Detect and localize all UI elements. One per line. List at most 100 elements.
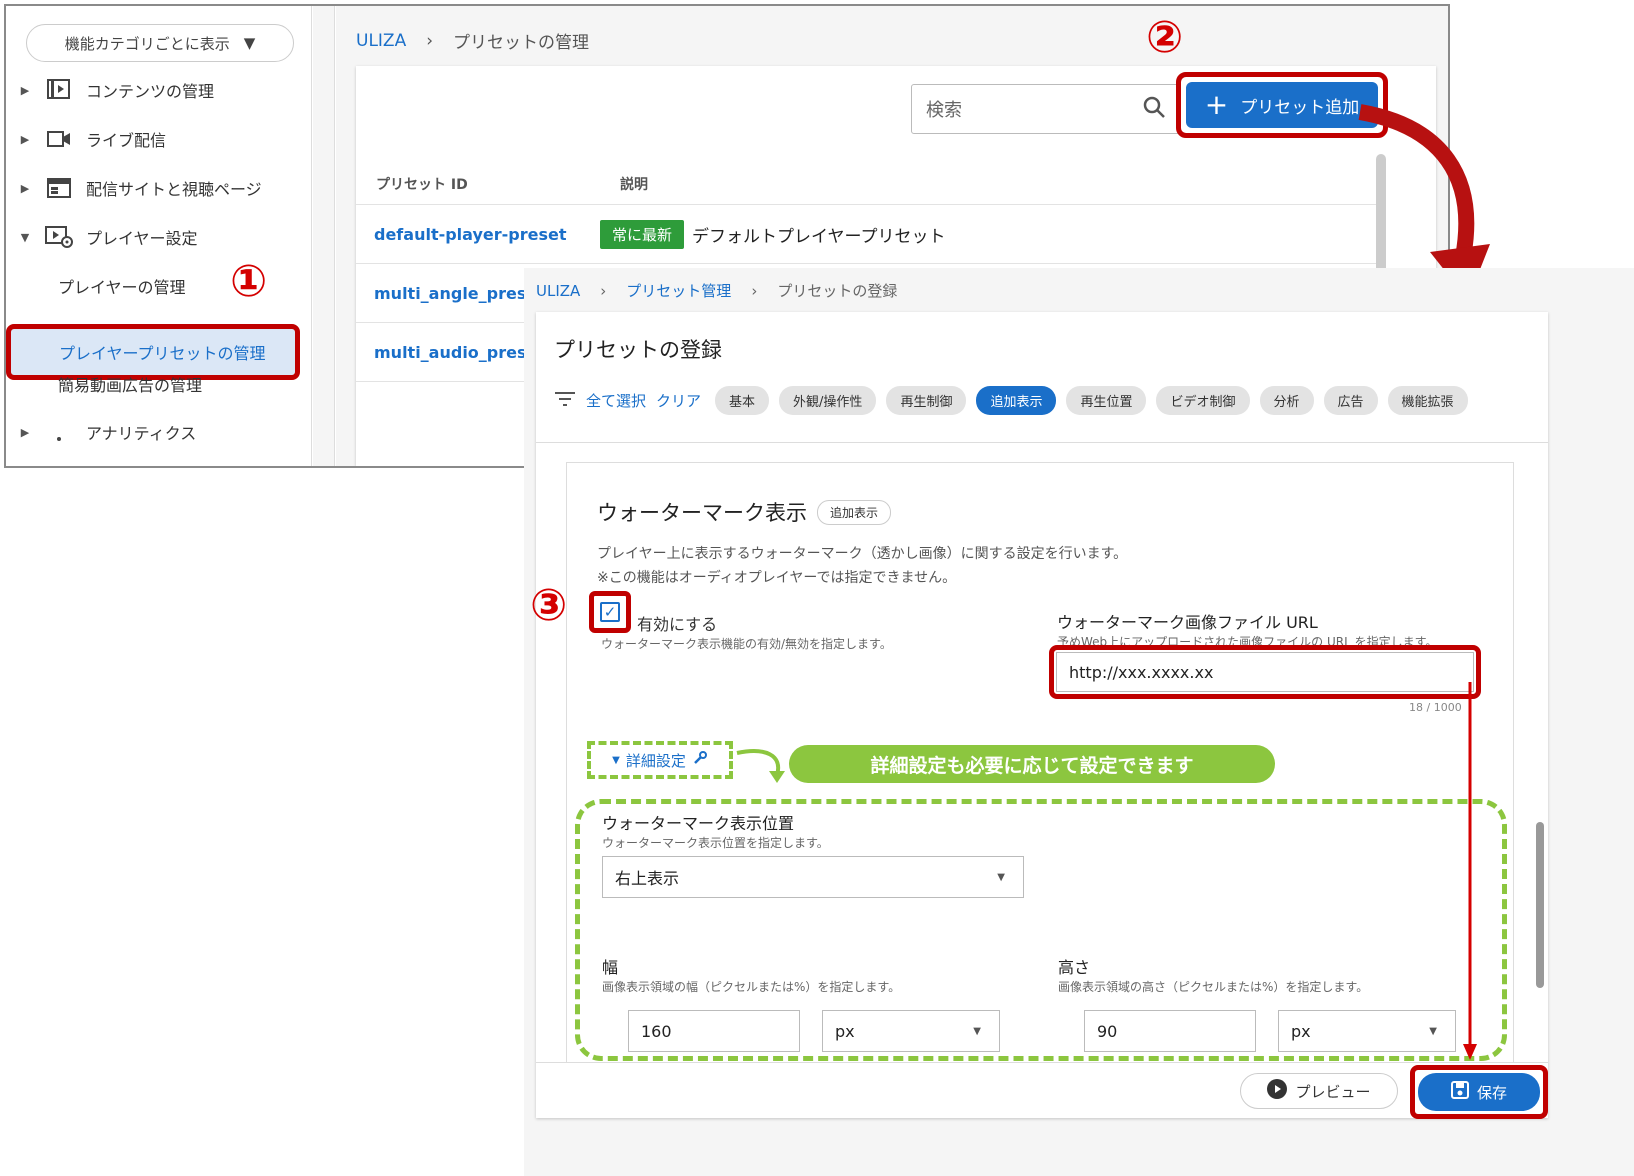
height-unit-value: px	[1291, 1021, 1311, 1041]
page-title: プリセットの登録	[554, 338, 722, 362]
caret-right-icon: ▶	[20, 181, 30, 195]
sidebar-item-label: プレイヤー設定	[86, 229, 198, 248]
chip-analytics[interactable]: 分析	[1259, 386, 1314, 415]
position-hint: ウォーターマーク表示位置を指定します。	[602, 836, 829, 850]
chip-additional-display[interactable]: 追加表示	[976, 386, 1057, 415]
clear-link[interactable]: クリア	[656, 390, 701, 411]
chip-playback-control[interactable]: 再生制御	[886, 386, 967, 415]
chip-ads[interactable]: 広告	[1323, 386, 1378, 415]
sidebar-item-label: ライブ配信	[86, 131, 167, 150]
sidebar-item-label: 配信サイトと視聴ページ	[86, 180, 262, 199]
column-header-preset-id: プリセット ID	[376, 177, 468, 193]
enable-label: 有効にする	[637, 615, 718, 634]
watermark-url-field[interactable]: http://xxx.xxxx.xx	[1049, 645, 1481, 699]
chip-video-control[interactable]: ビデオ制御	[1156, 386, 1250, 415]
category-select[interactable]: 機能カテゴリごとに表示 ▼	[26, 24, 294, 62]
status-badge: 常に最新	[600, 219, 685, 249]
breadcrumb-root[interactable]: ULIZA	[536, 282, 580, 300]
caret-down-icon: ▼	[1429, 1025, 1437, 1037]
detail-settings-toggle[interactable]: ▼ 詳細設定	[587, 741, 733, 779]
breadcrumb-current: プリセットの登録	[777, 282, 898, 300]
breadcrumb: ULIZA › プリセットの管理	[356, 28, 589, 54]
width-input[interactable]: 160	[628, 1010, 800, 1052]
height-unit-select[interactable]: px ▼	[1278, 1010, 1456, 1052]
player-settings-icon	[44, 226, 74, 248]
height-hint: 画像表示領域の高さ（ピクセルまたは%）を指定します。	[1058, 980, 1369, 994]
caret-right-icon: ▶	[20, 83, 30, 97]
category-select-label: 機能カテゴリごとに表示	[64, 34, 230, 53]
sidebar-item-analytics[interactable]: ▶ アナリティクス	[6, 412, 306, 452]
height-input[interactable]: 90	[1084, 1010, 1256, 1052]
register-card: プリセットの登録 全て選択 クリア 基本 外観/操作性 再生制御 追加表示 再生…	[536, 312, 1548, 1119]
chip-appearance[interactable]: 外観/操作性	[779, 386, 877, 415]
enable-checkbox[interactable]: ✓	[589, 591, 631, 633]
chip-extensions[interactable]: 機能拡張	[1387, 386, 1468, 415]
video-camera-icon	[44, 128, 74, 150]
watermark-section: ウォーターマーク表示 追加表示 プレイヤー上に表示するウォーターマーク（透かし画…	[566, 462, 1514, 1102]
position-select[interactable]: 右上表示 ▼	[602, 856, 1024, 898]
analytics-icon	[44, 421, 74, 443]
red-down-arrow	[1463, 682, 1477, 1060]
chip-basic[interactable]: 基本	[715, 386, 770, 415]
filter-icon	[554, 391, 576, 411]
preview-button[interactable]: プレビュー	[1240, 1073, 1398, 1109]
play-list-icon	[44, 79, 74, 101]
breadcrumb-separator-icon: ›	[600, 281, 607, 300]
caret-right-icon: ▶	[20, 425, 30, 439]
sidebar-item-label: アナリティクス	[86, 424, 197, 443]
preset-register-screen: ULIZA › プリセット管理 › プリセットの登録 プリセットの登録 全て選択…	[524, 268, 1634, 1176]
play-circle-icon	[1267, 1079, 1288, 1103]
column-header-description: 説明	[620, 177, 648, 193]
select-all-link[interactable]: 全て選択	[586, 390, 646, 411]
width-label: 幅	[602, 958, 619, 977]
step-3-marker: ③	[530, 580, 568, 631]
breadcrumb-parent[interactable]: プリセット管理	[626, 280, 731, 301]
breadcrumb-root[interactable]: ULIZA	[356, 31, 406, 51]
preview-label: プレビュー	[1295, 1082, 1371, 1101]
detail-settings-label: 詳細設定	[625, 751, 686, 770]
breadcrumb: ULIZA › プリセット管理 › プリセットの登録	[536, 280, 897, 301]
section-description: プレイヤー上に表示するウォーターマーク（透かし画像）に関する設定を行います。	[597, 546, 1128, 562]
add-preset-label: プリセット追加	[1240, 97, 1360, 118]
chip-playback-position[interactable]: 再生位置	[1066, 386, 1147, 415]
search-icon	[1142, 95, 1166, 124]
caret-right-icon: ▶	[20, 132, 30, 146]
sidebar-item-label: コンテンツの管理	[86, 82, 215, 101]
green-hook-arrow	[736, 749, 785, 783]
preset-description: デフォルトプレイヤープリセット	[692, 226, 946, 247]
table-row[interactable]: default-player-preset 常に最新 デフォルトプレイヤープリセ…	[356, 204, 1376, 263]
web-layout-icon	[44, 177, 74, 199]
sidebar-item-sites[interactable]: ▶ 配信サイトと視聴ページ	[6, 168, 306, 208]
width-unit-select[interactable]: px ▼	[822, 1010, 1000, 1052]
sidebar-subitem-simple-ad-management[interactable]: 簡易動画広告の管理	[58, 364, 202, 404]
height-label: 高さ	[1058, 958, 1091, 977]
watermark-title: ウォーターマーク表示	[597, 501, 807, 525]
caret-down-icon: ▼	[997, 871, 1005, 883]
preset-id-link[interactable]: default-player-preset	[356, 225, 600, 244]
enable-hint: ウォーターマーク表示機能の有効/無効を指定します。	[601, 637, 892, 651]
caret-down-icon: ▼	[612, 754, 620, 766]
search-placeholder: 検索	[926, 100, 962, 121]
url-counter: 18 / 1000	[1409, 701, 1462, 714]
caret-down-icon: ▼	[20, 230, 30, 244]
detail-settings-area: ウォーターマーク表示位置 ウォーターマーク表示位置を指定します。 右上表示 ▼ …	[575, 799, 1507, 1061]
step-1-marker: ①	[230, 256, 268, 307]
sidebar-item-player-settings[interactable]: ▼ プレイヤー設定	[6, 217, 306, 257]
wrench-icon	[692, 750, 708, 770]
sidebar: 機能カテゴリごとに表示 ▼ ▶ コンテンツの管理 ▶ ライブ配信 ▶ 配信サイト…	[6, 6, 312, 466]
sidebar-gutter	[313, 6, 335, 466]
save-label: 保存	[1476, 1083, 1507, 1102]
divider	[536, 442, 1548, 443]
sidebar-item-live[interactable]: ▶ ライブ配信	[6, 119, 306, 159]
caret-down-icon: ▼	[973, 1025, 981, 1037]
sidebar-item-contents[interactable]: ▶ コンテンツの管理	[6, 70, 306, 110]
scrollbar[interactable]	[1536, 822, 1544, 988]
url-input-value: http://xxx.xxxx.xx	[1056, 652, 1474, 692]
plus-icon: +	[1204, 88, 1229, 121]
search-input[interactable]: 検索	[911, 84, 1181, 134]
save-button[interactable]: 保存	[1410, 1065, 1548, 1119]
breadcrumb-separator-icon: ›	[751, 281, 758, 300]
caret-down-icon: ▼	[243, 34, 256, 52]
form-footer: プレビュー 保存	[536, 1062, 1548, 1119]
sidebar-subitem-player-management[interactable]: プレイヤーの管理	[58, 266, 186, 306]
